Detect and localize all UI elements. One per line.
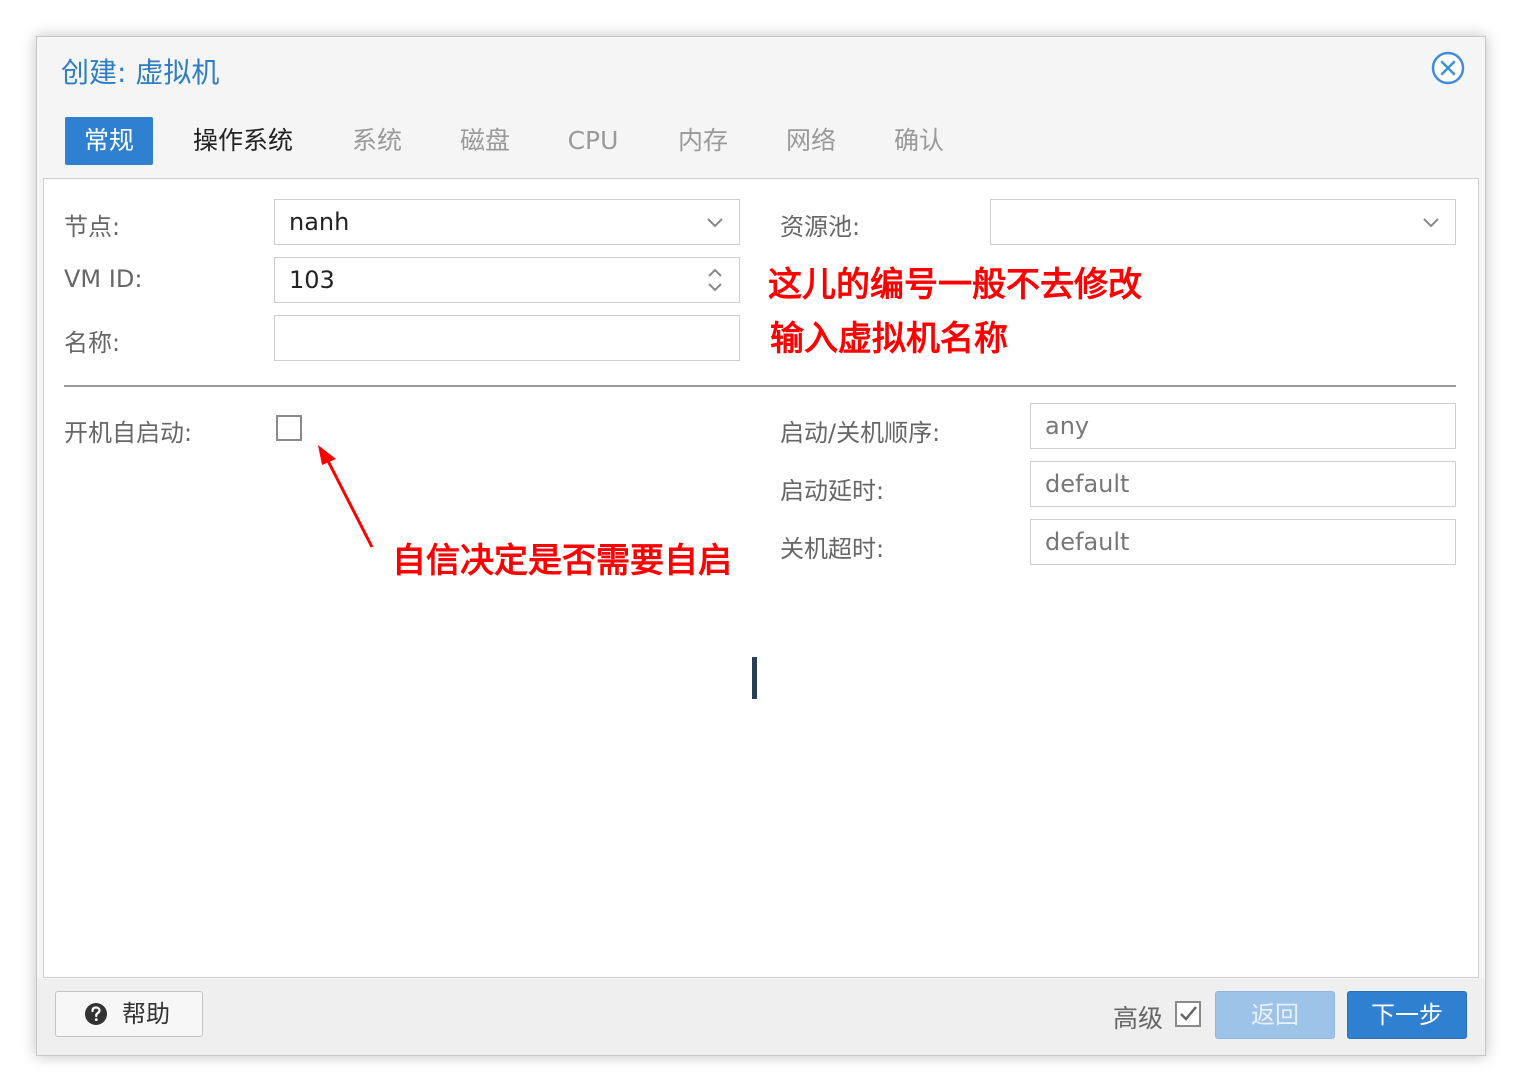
tab-general[interactable]: 常规: [65, 117, 153, 165]
name-label: 名称:: [64, 329, 121, 357]
startup-delay-input[interactable]: default: [1030, 461, 1456, 507]
name-input[interactable]: [274, 315, 740, 361]
tab-disk[interactable]: 磁盘: [453, 117, 517, 165]
vmid-value: 103: [289, 266, 335, 294]
help-button[interactable]: 帮助: [55, 991, 203, 1037]
tab-os[interactable]: 操作系统: [183, 117, 303, 165]
section-divider: [64, 385, 1456, 387]
vmid-input[interactable]: 103: [274, 257, 740, 303]
close-icon[interactable]: [1431, 51, 1465, 85]
spinner-icon[interactable]: [705, 264, 725, 296]
advanced-label: 高级: [1113, 1004, 1164, 1033]
tab-system[interactable]: 系统: [345, 117, 409, 165]
node-select[interactable]: nanh: [274, 199, 740, 245]
question-icon: [85, 1003, 107, 1025]
dialog-title: 创建: 虚拟机: [61, 56, 220, 89]
pool-select[interactable]: [990, 199, 1456, 245]
onboot-label: 开机自启动:: [64, 419, 193, 447]
annotation-onboot: 自信决定是否需要自启: [392, 533, 732, 582]
startup-order-label: 启动/关机顺序:: [780, 419, 941, 447]
startup-order-input[interactable]: any: [1030, 403, 1456, 449]
create-vm-dialog: 创建: 虚拟机 常规 操作系统 系统 磁盘 CPU 内存 网络 确认 节点: n…: [36, 36, 1486, 1056]
vmid-label: VM ID:: [64, 265, 143, 293]
help-label: 帮助: [122, 1000, 170, 1028]
shutdown-timeout-label: 关机超时:: [780, 535, 885, 563]
shutdown-timeout-input[interactable]: default: [1030, 519, 1456, 565]
back-button[interactable]: 返回: [1215, 991, 1335, 1039]
annotation-name: 输入虚拟机名称: [770, 311, 1008, 360]
node-value: nanh: [289, 208, 350, 236]
chevron-down-icon[interactable]: [705, 212, 725, 232]
check-icon: [1180, 1006, 1197, 1021]
startup-delay-label: 启动延时:: [780, 477, 885, 505]
tab-confirm[interactable]: 确认: [887, 117, 951, 165]
chevron-down-icon[interactable]: [1421, 212, 1441, 232]
annotation-vmid: 这儿的编号一般不去修改: [768, 257, 1142, 306]
pool-label: 资源池:: [780, 213, 861, 241]
general-panel: 节点: nanh VM ID: 103 名称: 资源池: 开机自启动: 启动/关…: [43, 178, 1479, 978]
next-button[interactable]: 下一步: [1347, 991, 1467, 1039]
node-label: 节点:: [64, 213, 121, 241]
arrow-icon: [318, 445, 374, 548]
startup-order-placeholder: any: [1045, 412, 1090, 440]
advanced-checkbox[interactable]: [1175, 1001, 1201, 1027]
text-cursor: [752, 657, 757, 699]
tab-network[interactable]: 网络: [779, 117, 843, 165]
startup-delay-placeholder: default: [1045, 470, 1130, 498]
shutdown-timeout-placeholder: default: [1045, 528, 1130, 556]
onboot-checkbox[interactable]: [276, 415, 302, 441]
tab-cpu[interactable]: CPU: [561, 117, 625, 165]
tab-memory[interactable]: 内存: [671, 117, 735, 165]
